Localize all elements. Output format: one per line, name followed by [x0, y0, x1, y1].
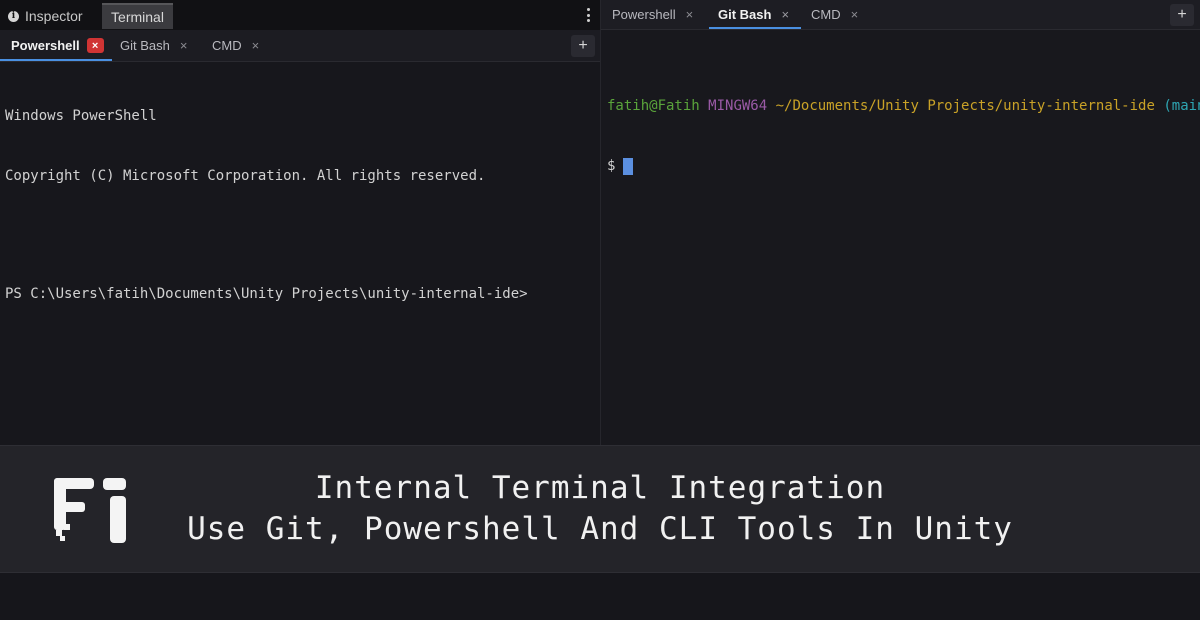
banner-subtitle: Use Git, Powershell And CLI Tools In Uni…	[187, 511, 1013, 547]
prompt-branch: (main)	[1163, 98, 1200, 114]
close-tab-icon[interactable]: ×	[686, 7, 694, 22]
info-icon: i	[8, 10, 19, 22]
close-tab-icon[interactable]: ×	[180, 38, 188, 53]
add-tab-button[interactable]: +	[1170, 4, 1194, 26]
prompt-path: ~/Documents/Unity Projects/unity-interna…	[775, 98, 1155, 114]
banner-title: Internal Terminal Integration	[314, 470, 886, 506]
tab-inspector[interactable]: i Inspector	[8, 3, 83, 29]
promo-banner: Internal Terminal Integration Use Git, P…	[0, 445, 1200, 573]
banner-text: Internal Terminal Integration Use Git, P…	[0, 468, 1200, 550]
text-cursor	[623, 157, 634, 175]
prompt-header: fatih@Fatih MINGW64 ~/Documents/Unity Pr…	[607, 96, 1200, 116]
prompt-symbol: $	[607, 158, 616, 174]
tab-label: CMD	[811, 7, 841, 22]
close-tab-icon[interactable]: ×	[86, 38, 104, 53]
add-tab-button[interactable]: +	[571, 35, 595, 57]
close-tab-icon[interactable]: ×	[851, 7, 859, 22]
close-tab-icon[interactable]: ×	[781, 7, 789, 22]
prompt-user-host: fatih@Fatih	[607, 98, 700, 114]
left-tab-powershell[interactable]: Powershell ×	[0, 30, 112, 61]
console-line: Copyright (C) Microsoft Corporation. All…	[5, 168, 486, 184]
kebab-menu-icon[interactable]	[582, 7, 594, 23]
right-terminal-tabs: Powershell × Git Bash × CMD × +	[601, 0, 1200, 30]
tab-terminal-label: Terminal	[111, 9, 164, 25]
left-tab-git-bash[interactable]: Git Bash ×	[120, 30, 187, 61]
console-line: PS C:\Users\fatih\Documents\Unity Projec…	[5, 286, 528, 302]
right-pane: Powershell × Git Bash × CMD × + fatih@Fa…	[600, 0, 1200, 445]
powershell-output[interactable]: Windows PowerShell Copyright (C) Microso…	[5, 66, 528, 344]
tab-inspector-label: Inspector	[25, 8, 83, 24]
left-pane: i Inspector Terminal Powershell × Git Ba…	[0, 0, 600, 445]
right-tab-cmd[interactable]: CMD ×	[811, 0, 858, 29]
tab-label: Powershell	[11, 38, 80, 53]
bottom-strip	[0, 573, 1200, 620]
prompt-input-line[interactable]: $	[607, 156, 1200, 176]
right-tab-git-bash[interactable]: Git Bash ×	[709, 0, 802, 29]
tab-label: CMD	[212, 38, 242, 53]
right-tab-powershell[interactable]: Powershell ×	[612, 0, 693, 29]
tab-label: Git Bash	[120, 38, 170, 53]
close-tab-icon[interactable]: ×	[252, 38, 260, 53]
tab-terminal[interactable]: Terminal	[102, 3, 173, 29]
tab-label: Powershell	[612, 7, 676, 22]
git-bash-output[interactable]: fatih@Fatih MINGW64 ~/Documents/Unity Pr…	[607, 56, 1200, 216]
left-tab-cmd[interactable]: CMD ×	[212, 30, 259, 61]
window-tab-bar: i Inspector Terminal	[0, 0, 600, 30]
left-terminal-tabs: Powershell × Git Bash × CMD × +	[0, 30, 600, 62]
tab-label: Git Bash	[718, 7, 772, 22]
console-line: Windows PowerShell	[5, 108, 157, 124]
prompt-system: MINGW64	[708, 98, 768, 114]
